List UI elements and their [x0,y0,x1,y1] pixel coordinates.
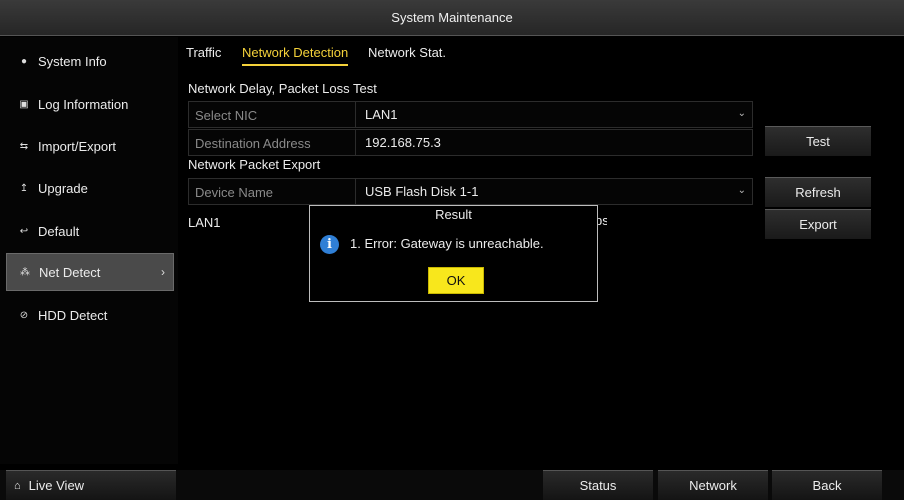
title-bar: System Maintenance [0,0,904,36]
export-button[interactable]: Export [765,209,871,239]
info-icon: i [320,235,339,254]
chevron-down-icon[interactable]: ⌄ [738,108,746,119]
device-name-dropdown[interactable]: USB Flash Disk 1-1 [365,184,478,199]
destination-address-row[interactable]: Destination Address 192.168.75.3 [188,129,753,156]
live-view-label: Live View [28,478,85,493]
select-nic-row[interactable]: Select NIC LAN1 ⌄ [188,101,753,128]
tab-network-stat[interactable]: Network Stat. [368,45,446,64]
sidebar-item-label: System Info [38,53,107,69]
window-title: System Maintenance [391,10,513,25]
test-button[interactable]: Test [765,126,871,156]
log-icon: ▣ [19,98,29,110]
hdd-detect-icon: ⊘ [19,309,29,321]
ok-button[interactable]: OK [428,267,484,294]
sidebar-item-label: Upgrade [38,180,88,196]
sidebar-item-label: Import/Export [38,138,117,154]
network-button[interactable]: Network [658,470,768,500]
row-divider [355,130,356,155]
device-name-row[interactable]: Device Name USB Flash Disk 1-1 ⌄ [188,178,753,205]
import-export-icon: ⇆ [19,140,29,152]
tab-network-detection[interactable]: Network Detection [242,45,349,66]
sidebar-item-net-detect[interactable]: ⁂ Net Detect › [6,253,174,291]
status-button[interactable]: Status [543,470,653,500]
net-detect-icon: ⁂ [20,266,30,278]
refresh-button[interactable]: Refresh [765,177,871,207]
chevron-down-icon[interactable]: ⌄ [738,185,746,196]
sidebar-item-label: Log Information [38,96,129,112]
sidebar-item-label: Net Detect [39,264,101,280]
dialog-message: 1. Error: Gateway is unreachable. [350,236,544,251]
select-nic-dropdown[interactable]: LAN1 [365,107,398,122]
dialog-title: Result [435,207,472,222]
upgrade-icon: ↥ [19,182,29,194]
packet-export-heading: Network Packet Export [188,157,321,172]
row-divider [355,102,356,127]
sidebar-item-label: HDD Detect [38,307,108,323]
sidebar-item-log-information[interactable]: ▣ Log Information [6,85,174,123]
sidebar: ● System Info ▣ Log Information ⇆ Import… [0,37,178,464]
sidebar-item-label: Default [38,223,80,239]
delay-test-heading: Network Delay, Packet Loss Test [188,81,377,96]
device-name-label: Device Name [195,185,274,200]
lan-label: LAN1 [188,215,221,230]
home-icon: ⌂ [14,479,21,492]
select-nic-label: Select NIC [195,108,258,123]
info-dot-icon: ● [20,55,28,67]
sidebar-item-default[interactable]: ↩ Default [6,212,174,250]
default-icon: ↩ [19,225,29,237]
chevron-right-icon: › [161,265,165,279]
sidebar-item-upgrade[interactable]: ↥ Upgrade [6,169,174,207]
back-button[interactable]: Back [772,470,882,500]
row-divider [355,179,356,204]
sidebar-item-system-info[interactable]: ● System Info [6,42,174,80]
result-dialog: Result i 1. Error: Gateway is unreachabl… [309,205,598,302]
tab-traffic[interactable]: Traffic [186,45,221,64]
live-view-button[interactable]: ⌂ Live View [6,470,176,500]
destination-address-label: Destination Address [195,136,311,151]
sidebar-item-import-export[interactable]: ⇆ Import/Export [6,127,174,165]
sidebar-item-hdd-detect[interactable]: ⊘ HDD Detect [6,296,174,334]
destination-address-input[interactable]: 192.168.75.3 [365,135,441,150]
